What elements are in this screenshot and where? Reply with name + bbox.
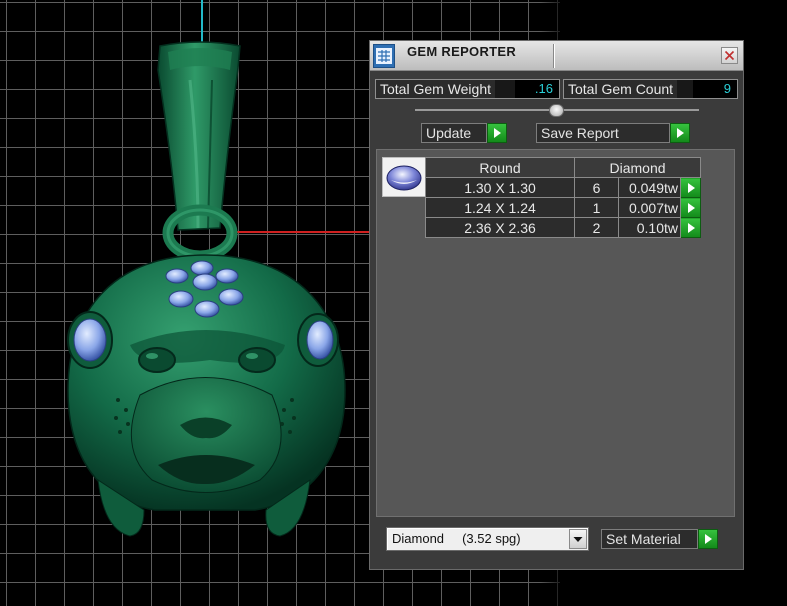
total-gem-count-label: Total Gem Count bbox=[564, 80, 678, 98]
gem-weight: 0.049tw bbox=[618, 177, 681, 198]
gem-table-header: Round Diamond bbox=[425, 157, 701, 178]
window-title: GEM REPORTER bbox=[407, 44, 517, 59]
save-report-label: Save Report bbox=[536, 123, 670, 143]
gem-size: 1.24 X 1.24 bbox=[425, 197, 575, 218]
pendant-bail bbox=[157, 41, 241, 231]
table-row[interactable]: 1.30 X 1.30 6 0.049tw bbox=[425, 177, 701, 198]
close-icon bbox=[724, 50, 735, 61]
chevron-down-icon[interactable] bbox=[569, 529, 587, 549]
title-bar[interactable]: GEM REPORTER bbox=[370, 41, 743, 71]
column-header-shape: Round bbox=[425, 157, 575, 178]
gem-count: 2 bbox=[574, 217, 619, 238]
gem-size: 2.36 X 2.36 bbox=[425, 217, 575, 238]
left-ear-gem bbox=[67, 311, 113, 369]
gem-count: 6 bbox=[574, 177, 619, 198]
save-report-button[interactable]: Save Report bbox=[536, 123, 691, 143]
update-button[interactable]: Update bbox=[421, 123, 508, 143]
total-gem-count-field: Total Gem Count 9 bbox=[563, 79, 738, 99]
play-arrow-icon[interactable] bbox=[487, 123, 507, 143]
gem-size: 1.30 X 1.30 bbox=[425, 177, 575, 198]
gem-count: 1 bbox=[574, 197, 619, 218]
gem-list-area[interactable]: Round Diamond 1.30 X 1.30 6 0.049tw 1.24… bbox=[376, 149, 735, 517]
update-label: Update bbox=[421, 123, 487, 143]
splitter-knob[interactable] bbox=[549, 104, 564, 117]
gem-weight: 0.007tw bbox=[618, 197, 681, 218]
left-eye bbox=[138, 347, 176, 373]
total-gem-count-value: 9 bbox=[693, 80, 737, 98]
right-eye bbox=[238, 347, 276, 373]
total-gem-weight-field: Total Gem Weight .16 bbox=[375, 79, 560, 99]
round-gem-icon[interactable] bbox=[382, 157, 426, 197]
table-row[interactable]: 1.24 X 1.24 1 0.007tw bbox=[425, 197, 701, 218]
play-arrow-icon[interactable] bbox=[670, 123, 690, 143]
total-gem-weight-value: .16 bbox=[515, 80, 559, 98]
material-dropdown[interactable]: Diamond (3.52 spg) bbox=[386, 527, 589, 551]
gem-table: Round Diamond 1.30 X 1.30 6 0.049tw 1.24… bbox=[425, 157, 701, 238]
play-arrow-icon[interactable] bbox=[680, 177, 701, 198]
set-material-button[interactable]: Set Material bbox=[601, 529, 719, 549]
column-header-material: Diamond bbox=[574, 157, 701, 178]
close-button[interactable] bbox=[721, 47, 738, 64]
table-row[interactable]: 2.36 X 2.36 2 0.10tw bbox=[425, 217, 701, 238]
play-arrow-icon[interactable] bbox=[698, 529, 718, 549]
play-arrow-icon[interactable] bbox=[680, 197, 701, 218]
gem-reporter-icon bbox=[373, 44, 395, 68]
gem-reporter-window: GEM REPORTER Total Gem Weight .16 Total … bbox=[369, 40, 744, 570]
gem-weight: 0.10tw bbox=[618, 217, 681, 238]
title-separator bbox=[553, 44, 555, 68]
dog-pendant-model[interactable] bbox=[60, 40, 350, 550]
play-arrow-icon[interactable] bbox=[680, 217, 701, 238]
right-ear-gem bbox=[297, 313, 339, 367]
y-axis-line bbox=[201, 0, 203, 44]
set-material-label: Set Material bbox=[601, 529, 698, 549]
material-selected-value: Diamond (3.52 spg) bbox=[392, 531, 521, 546]
total-gem-weight-label: Total Gem Weight bbox=[376, 80, 496, 98]
